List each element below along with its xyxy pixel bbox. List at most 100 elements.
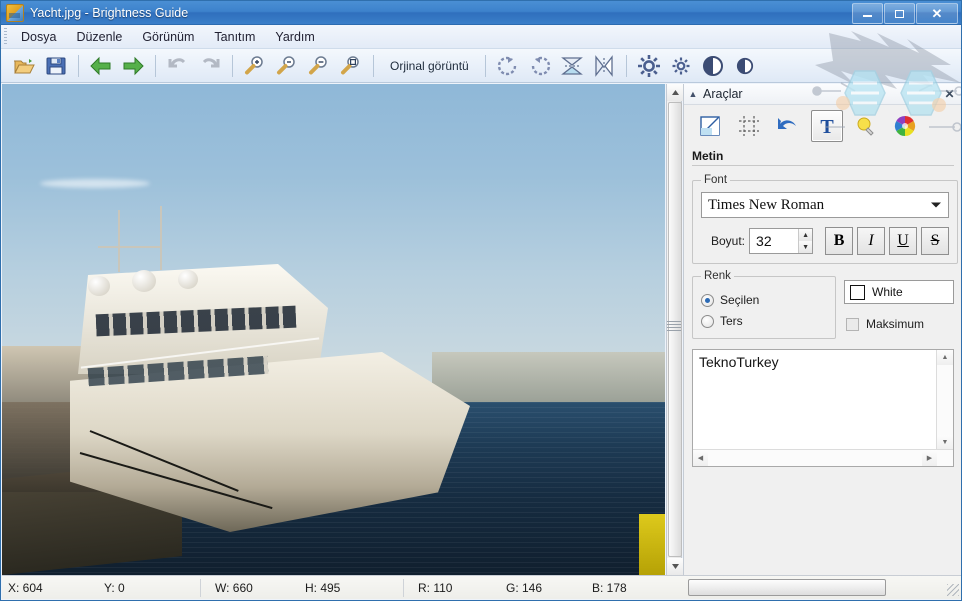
rotate-ccw-icon — [528, 55, 552, 77]
resize-grip[interactable] — [947, 584, 959, 596]
collapse-icon[interactable]: ▲ — [686, 87, 700, 101]
next-image-button[interactable] — [118, 51, 148, 81]
status-y: Y: 0 — [104, 580, 125, 595]
textarea-horizontal-scrollbar[interactable]: ◀ ▶ — [693, 449, 953, 466]
svg-text:T: T — [820, 116, 834, 136]
flip-horizontal-button[interactable] — [589, 51, 619, 81]
textarea-vertical-scrollbar[interactable]: ▲ ▼ — [936, 350, 953, 450]
status-green: G: 146 — [506, 580, 543, 595]
font-size-row: Boyut: ▲ ▼ B I U S — [701, 227, 950, 255]
contrast-down-button[interactable] — [730, 51, 760, 81]
arrow-right-icon — [121, 56, 145, 76]
image-canvas[interactable]: www.fullcrackindir.com — [2, 84, 665, 575]
rotate-cw-icon — [496, 55, 520, 77]
radio-ters[interactable]: Ters — [701, 314, 827, 328]
underline-button[interactable]: U — [889, 227, 918, 255]
font-family-dropdown[interactable]: Times New Roman — [701, 192, 950, 218]
color-group: Renk Seçilen Ters — [692, 270, 836, 339]
sun-large-icon — [637, 54, 661, 78]
zoom-in-button[interactable] — [240, 51, 270, 81]
redo-button[interactable] — [195, 51, 225, 81]
progress-bar — [688, 579, 886, 596]
color-dropdown[interactable]: White — [844, 280, 954, 304]
undo-arrow-icon — [777, 115, 799, 137]
font-style-buttons: B I U S — [825, 227, 950, 255]
close-panel-icon[interactable]: ✕ — [942, 86, 957, 101]
radome-2 — [132, 270, 156, 292]
stepper-down-button[interactable]: ▼ — [799, 241, 813, 253]
rotate-ccw-button[interactable] — [525, 51, 555, 81]
textarea-scroll-down-button[interactable]: ▼ — [937, 435, 953, 450]
undo-button[interactable] — [163, 51, 193, 81]
menu-bar: Dosya Düzenle Görünüm Tanıtım Yardım — [1, 25, 961, 49]
flag — [639, 514, 665, 575]
flip-horizontal-icon — [592, 54, 616, 77]
original-image-button[interactable]: Orjinal görüntü — [381, 55, 478, 77]
strikethrough-button[interactable]: S — [921, 227, 950, 255]
toolbar-separator — [232, 54, 233, 77]
tools-panel-title: Araçlar — [703, 87, 743, 101]
color-value-label: White — [872, 285, 903, 299]
text-input-area[interactable]: TeknoTurkey ▲ ▼ ◀ ▶ — [692, 349, 954, 467]
magnifier-plus-icon — [243, 55, 267, 77]
zoom-out-button[interactable] — [272, 51, 302, 81]
contrast-up-button[interactable] — [698, 51, 728, 81]
save-icon — [45, 55, 67, 77]
brightness-down-button[interactable] — [666, 51, 696, 81]
color-tool-button[interactable] — [889, 110, 921, 142]
revert-tool-button[interactable] — [772, 110, 804, 142]
minimize-button[interactable] — [852, 3, 883, 24]
zoom-actual-button[interactable] — [336, 51, 366, 81]
scroll-up-button[interactable] — [667, 84, 683, 101]
flip-vertical-button[interactable] — [557, 51, 587, 81]
maksimum-checkbox[interactable] — [846, 317, 859, 331]
panel-splitter[interactable] — [667, 321, 681, 333]
previous-image-button[interactable] — [86, 51, 116, 81]
menu-item-duzenle[interactable]: Düzenle — [66, 27, 132, 47]
textarea-scroll-up-button[interactable]: ▲ — [937, 350, 953, 365]
close-button[interactable]: ✕ — [916, 3, 958, 24]
font-size-input[interactable] — [750, 229, 799, 253]
crop-tool-button[interactable] — [733, 110, 765, 142]
open-file-button[interactable] — [9, 51, 39, 81]
zoom-fit-button[interactable] — [304, 51, 334, 81]
save-file-button[interactable] — [41, 51, 71, 81]
resize-tool-button[interactable] — [694, 110, 726, 142]
font-size-stepper[interactable]: ▲ ▼ — [749, 228, 814, 254]
application-window: Yacht.jpg - Brightness Guide ✕ Dosya Düz… — [0, 0, 962, 601]
mast-main — [118, 210, 120, 272]
toolbar-separator — [625, 54, 627, 77]
stepper-up-button[interactable]: ▲ — [799, 229, 813, 241]
font-group-legend: Font — [704, 174, 728, 186]
lightbulb-icon — [855, 115, 877, 137]
maksimum-checkbox-row[interactable]: Maksimum — [844, 317, 954, 331]
bold-button[interactable]: B — [825, 227, 854, 255]
toolbar-separator — [78, 54, 79, 77]
menu-item-gorunum[interactable]: Görünüm — [132, 27, 204, 47]
menu-item-dosya[interactable]: Dosya — [11, 27, 66, 47]
rotate-cw-button[interactable] — [493, 51, 523, 81]
radome-3 — [178, 270, 198, 289]
textarea-scroll-right-button[interactable]: ▶ — [922, 450, 937, 466]
menu-item-yardim[interactable]: Yardım — [265, 27, 324, 47]
maximize-icon — [895, 9, 904, 18]
menu-item-tanitim[interactable]: Tanıtım — [204, 27, 265, 47]
stepper-arrows: ▲ ▼ — [798, 229, 813, 253]
textarea-scroll-left-button[interactable]: ◀ — [693, 450, 708, 466]
effects-tool-button[interactable] — [850, 110, 882, 142]
text-tool-button[interactable]: T — [811, 110, 843, 142]
mast-antenna-1 — [98, 246, 160, 248]
text-content: TeknoTurkey — [699, 354, 779, 370]
tools-panel: ▲ Araçlar ✕ T Metin Font Times New Roman… — [683, 84, 961, 575]
magnifier-actual-icon — [339, 55, 363, 77]
radio-inverse-icon — [701, 314, 714, 328]
italic-button[interactable]: I — [857, 227, 886, 255]
scroll-down-button[interactable] — [667, 558, 683, 575]
status-blue: B: 178 — [592, 580, 627, 595]
crop-grid-icon — [738, 115, 760, 137]
contrast-small-icon — [736, 57, 754, 75]
radio-secilen[interactable]: Seçilen — [701, 293, 827, 307]
brightness-up-button[interactable] — [634, 51, 664, 81]
maximize-button[interactable] — [884, 3, 915, 24]
app-icon — [6, 3, 24, 22]
